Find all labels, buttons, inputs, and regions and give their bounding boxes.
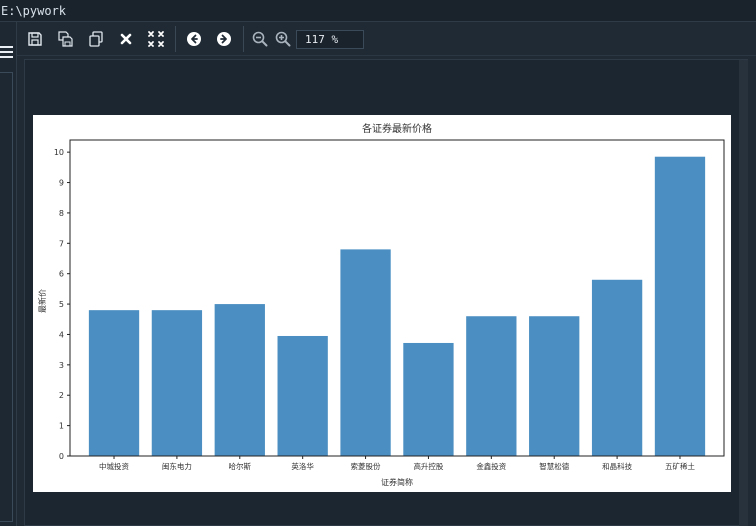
y-tick-label: 10 [54, 148, 64, 157]
close-button[interactable] [115, 28, 137, 50]
chart-title: 各证券最新价格 [362, 122, 432, 135]
copy-icon [89, 31, 103, 47]
bar-4 [277, 335, 328, 456]
x-tick-label: 高升控股 [413, 461, 443, 471]
next-button[interactable] [213, 28, 235, 50]
x-tick-label: 闽东电力 [162, 461, 192, 471]
hamburger-menu-icon[interactable] [0, 46, 13, 60]
y-tick-label: 8 [59, 209, 64, 218]
bar-1 [88, 310, 140, 456]
left-panel-frame [0, 72, 13, 522]
zoom-in-button[interactable] [272, 28, 294, 50]
copy-button[interactable] [85, 28, 107, 50]
y-tick-label: 9 [59, 179, 64, 188]
bar-8 [529, 316, 580, 456]
close-all-button[interactable] [145, 28, 167, 50]
plot-toolbar: 117 % [17, 22, 756, 56]
toolbar-separator [175, 26, 176, 52]
y-axis: 0 1 2 3 4 5 6 7 8 9 10 [54, 148, 70, 461]
x-tick-label: 金鑫投资 [476, 461, 506, 471]
y-tick-label: 2 [59, 391, 64, 400]
arrow-left-icon [187, 32, 201, 46]
previous-button[interactable] [183, 28, 205, 50]
zoom-in-icon [275, 31, 291, 47]
bar-series [88, 156, 706, 456]
plot-viewer-window: E:\pywork 117 % 各证券最新价格 证券简称 最新价 0 1 2 3… [0, 0, 756, 526]
y-tick-label: 7 [59, 239, 64, 248]
bar-9 [591, 279, 643, 456]
save-all-icon [58, 31, 73, 47]
x-tick-label: 索菱股份 [351, 461, 381, 471]
vertical-scrollbar[interactable] [739, 60, 748, 526]
y-tick-label: 1 [59, 422, 64, 431]
zoom-level-field[interactable]: 117 % [296, 30, 364, 49]
arrow-right-icon [217, 32, 231, 46]
bar-7 [466, 316, 517, 456]
x-tick-label: 五矿稀土 [665, 461, 695, 471]
x-axis-label: 证券简称 [381, 477, 413, 487]
x-axis: 中城投资 闽东电力 哈尔斯 英洛华 索菱股份 高升控股 金鑫投资 智慧松德 和晶科技 五矿稀土 [99, 456, 695, 471]
save-button[interactable] [24, 28, 46, 50]
x-tick-label: 智慧松德 [539, 461, 569, 471]
save-all-button[interactable] [54, 28, 76, 50]
y-tick-label: 0 [59, 452, 64, 461]
zoom-out-icon [252, 31, 268, 47]
y-tick-label: 5 [59, 300, 64, 309]
bar-6 [403, 342, 454, 456]
y-axis-label: 最新价 [37, 289, 47, 313]
save-icon [28, 32, 42, 46]
x-tick-label: 和晶科技 [602, 461, 632, 471]
zoom-out-button[interactable] [249, 28, 271, 50]
bar-10 [654, 156, 706, 456]
bar-3 [214, 304, 265, 456]
plot-image: 各证券最新价格 证券简称 最新价 0 1 2 3 4 5 6 7 8 9 10 中城投资 闽东电力 哈尔… [33, 115, 731, 492]
x-tick-label: 英洛华 [291, 461, 314, 471]
bar-2 [151, 310, 203, 456]
x-tick-label: 哈尔斯 [229, 461, 252, 471]
y-tick-label: 6 [59, 270, 64, 279]
bar-5 [340, 249, 391, 456]
left-panel [0, 22, 17, 526]
bar-chart: 各证券最新价格 证券简称 最新价 0 1 2 3 4 5 6 7 8 9 10 中城投资 闽东电力 哈尔… [37, 122, 725, 487]
x-tick-label: 中城投资 [99, 461, 129, 471]
close-all-icon [148, 31, 164, 47]
toolbar-separator [243, 26, 244, 52]
y-tick-label: 4 [59, 330, 64, 339]
y-tick-label: 3 [59, 361, 64, 370]
window-path: E:\pywork [0, 0, 756, 22]
close-icon [120, 33, 132, 45]
